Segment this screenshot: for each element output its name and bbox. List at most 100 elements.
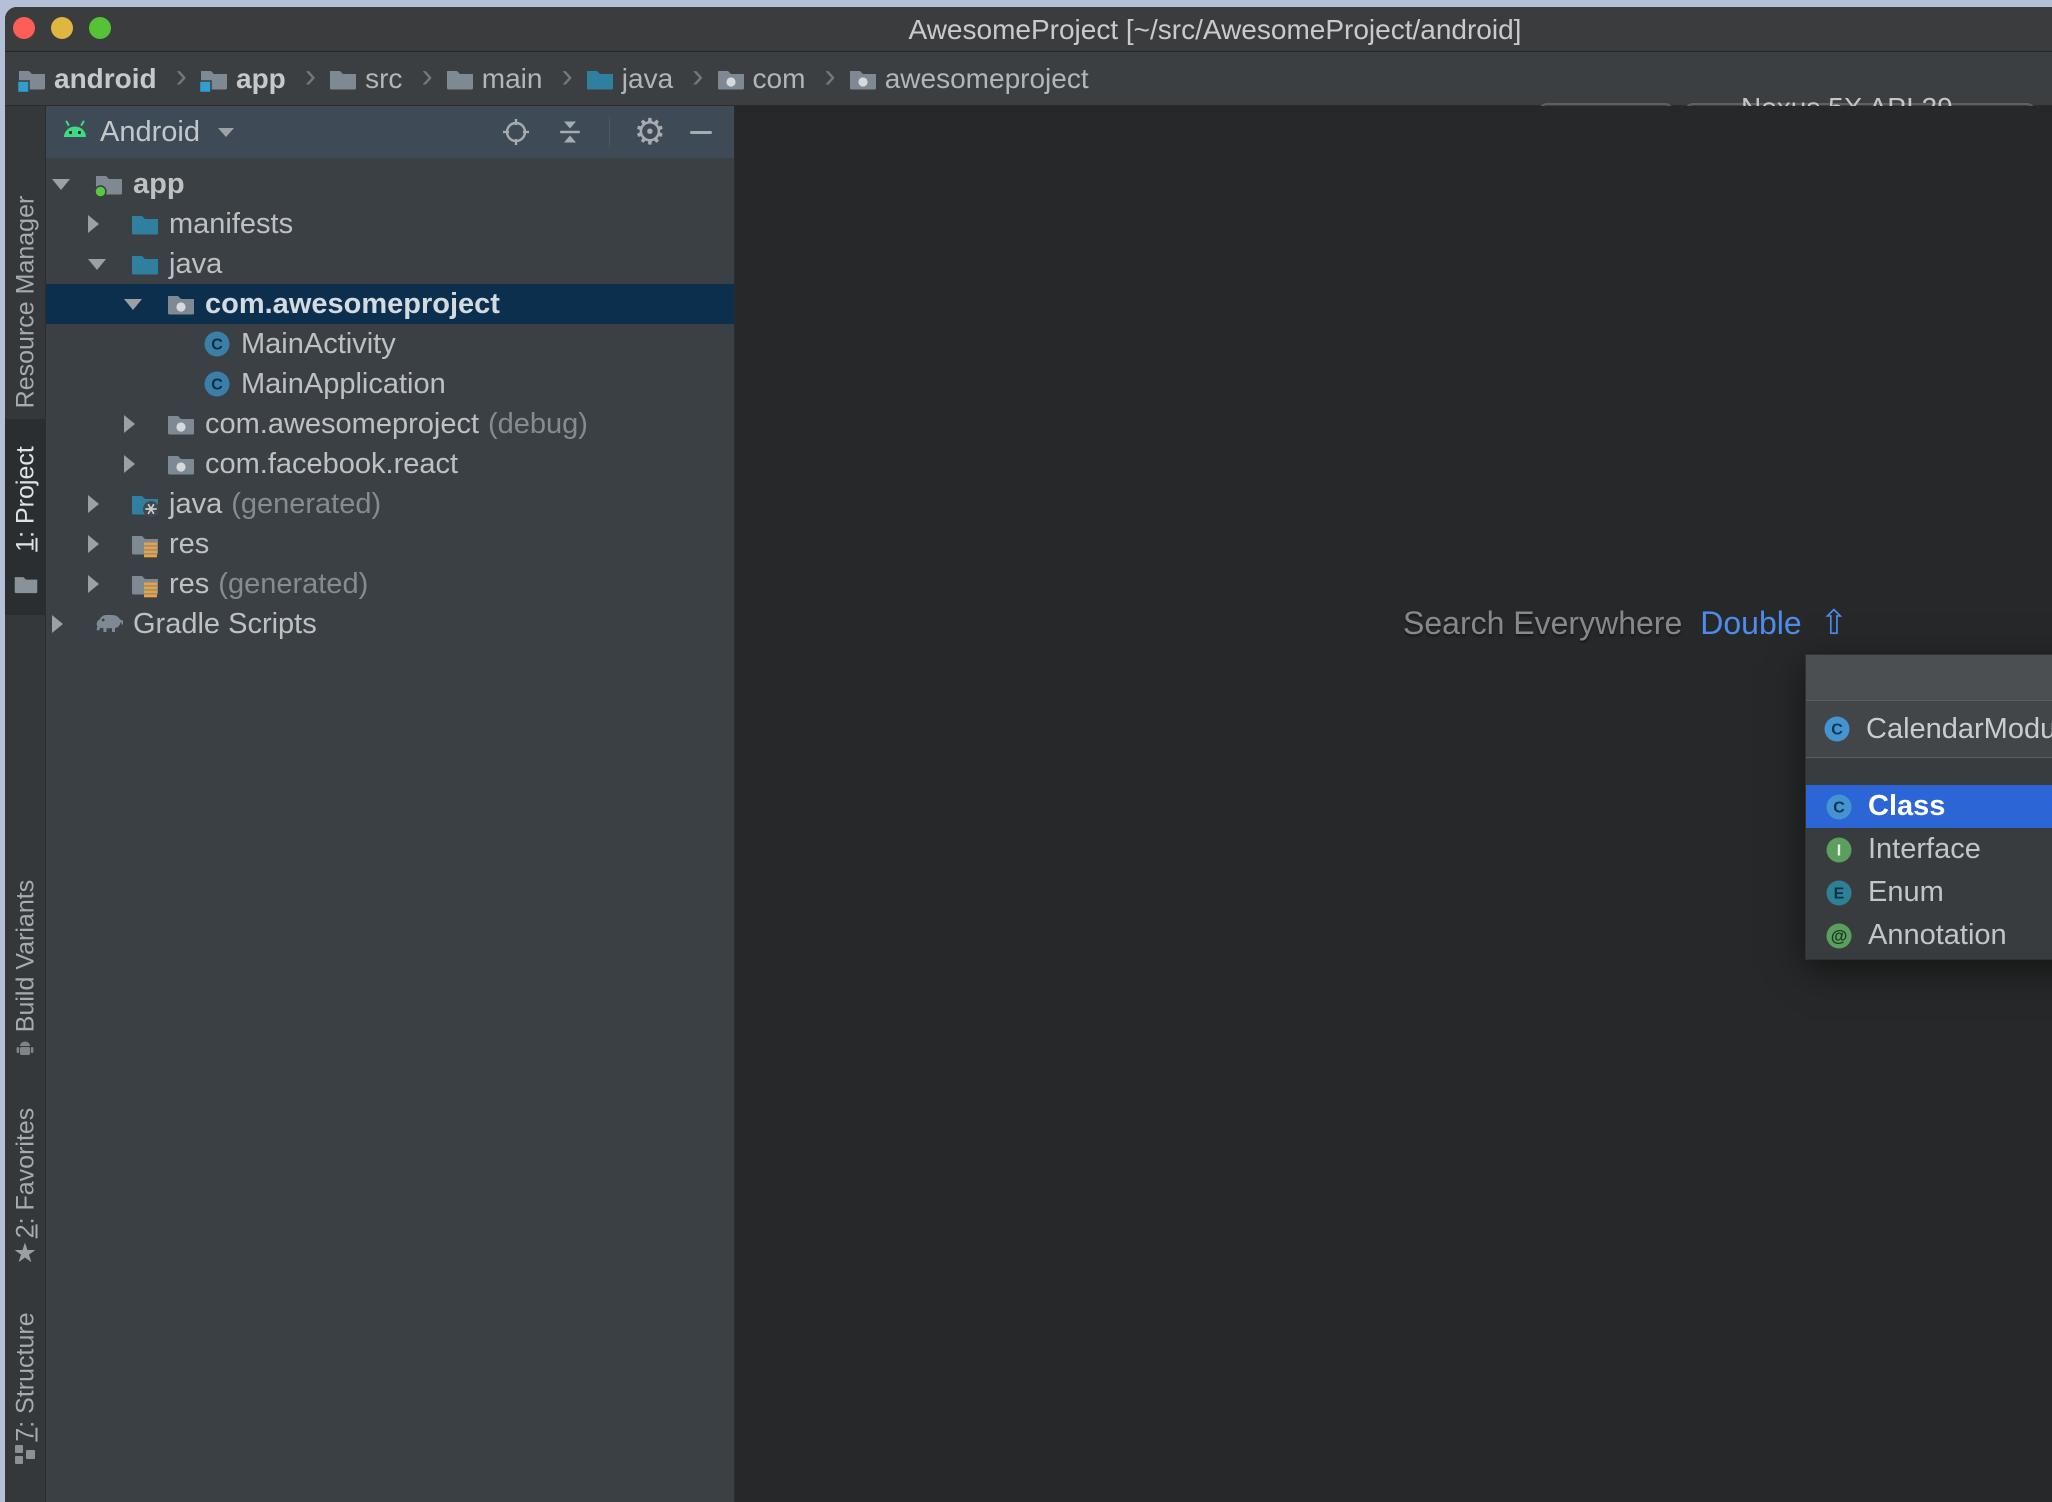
svg-text:C: C — [211, 377, 223, 394]
tree-row[interactable]: C MainActivity — [46, 324, 734, 364]
folder-icon — [130, 209, 160, 239]
tool-button-project[interactable]: 1: Project — [5, 419, 46, 615]
structure-icon[interactable] — [13, 1442, 37, 1471]
tree-row[interactable]: res (generated) — [46, 564, 734, 604]
expand-arrow-icon[interactable] — [52, 178, 94, 190]
expand-arrow-icon[interactable] — [124, 298, 166, 310]
breadcrumb-item[interactable]: java › — [585, 56, 716, 99]
tree-label: manifests — [169, 207, 294, 240]
kind-option[interactable]: @ Annotation — [1806, 914, 2052, 957]
expand-arrow-icon[interactable] — [124, 415, 166, 433]
tree-row[interactable]: com.awesomeproject (debug) — [46, 404, 734, 444]
tree-row[interactable]: C MainApplication — [46, 364, 734, 404]
expand-arrow-icon[interactable] — [52, 615, 94, 633]
breadcrumb-item[interactable]: awesomeproject › — [848, 63, 1089, 95]
tool-button-resource-manager[interactable]: Resource Manager — [5, 137, 46, 467]
tree-row[interactable]: manifests — [46, 204, 734, 244]
tree-label: com.awesomeproject — [205, 287, 500, 320]
expand-arrow-icon[interactable] — [88, 215, 130, 233]
folder-gray-icon — [328, 64, 358, 94]
tree-row[interactable]: res — [46, 524, 734, 564]
breadcrumb-separator-icon: › — [561, 56, 573, 95]
tree-label: res — [169, 567, 210, 600]
tool-button-favorites[interactable]: 2: Favorites — [5, 1105, 46, 1241]
zoom-window-button[interactable] — [89, 17, 111, 39]
shift-key-icon: ⇧ — [1819, 604, 1849, 642]
tree-label: java — [169, 487, 223, 520]
tree-row[interactable]: java — [46, 244, 734, 284]
breadcrumb-item[interactable]: android › — [17, 56, 199, 99]
breadcrumb-label: android — [54, 63, 157, 94]
tree-row[interactable]: com.awesomeproject — [46, 284, 734, 324]
android-head-icon — [60, 117, 90, 147]
kind-option[interactable]: E Enum — [1806, 871, 2052, 914]
locate-file-icon[interactable] — [501, 117, 531, 147]
chevron-down-icon[interactable] — [217, 127, 234, 137]
expand-arrow-icon[interactable] — [88, 258, 130, 270]
svg-text:C: C — [1833, 799, 1845, 816]
expand-arrow-icon[interactable] — [88, 495, 130, 513]
breadcrumb-label: com — [752, 63, 806, 94]
breadcrumb-label: main — [481, 63, 543, 94]
collapse-all-icon[interactable] — [555, 117, 585, 147]
gear-icon[interactable]: ⚙ — [634, 114, 666, 150]
tool-button-build-variants[interactable]: Build Variants — [5, 873, 46, 1039]
close-window-button[interactable] — [13, 17, 35, 39]
gradle-icon — [94, 609, 124, 639]
breadcrumb-label: app — [236, 63, 286, 94]
hide-panel-icon[interactable] — [690, 130, 712, 134]
tree-row[interactable]: com.facebook.react — [46, 444, 734, 484]
tree-label: app — [133, 167, 185, 200]
svg-text:C: C — [211, 337, 223, 354]
build-variants-icon[interactable] — [13, 1036, 37, 1065]
svg-text:C: C — [1831, 722, 1843, 739]
package-icon — [166, 409, 196, 439]
package-icon — [716, 64, 746, 94]
tree-label: MainActivity — [241, 327, 396, 360]
class-icon: C — [202, 329, 232, 359]
kind-option[interactable]: I Interface — [1806, 828, 2052, 871]
kind-list: C Class I Interface E Enum @ Annotation — [1806, 759, 2052, 959]
kind-label: Annotation — [1868, 919, 2007, 951]
tree-row[interactable]: java (generated) — [46, 484, 734, 524]
tree-label: Gradle Scripts — [133, 607, 317, 640]
project-panel: Android ⚙ app manifests java com.awesome… — [46, 106, 735, 1502]
tree-suffix: (generated) — [231, 487, 382, 520]
breadcrumb-item[interactable]: com › — [716, 57, 848, 99]
expand-arrow-icon[interactable] — [88, 575, 130, 593]
tree-label: com.awesomeproject — [205, 407, 479, 440]
breadcrumb-separator-icon: › — [304, 56, 317, 95]
tree-row[interactable]: app — [46, 164, 734, 204]
folder-icon — [130, 249, 160, 279]
breadcrumb-item[interactable]: app › — [199, 56, 328, 99]
tree-row[interactable]: Gradle Scripts — [46, 604, 734, 644]
header-divider — [608, 117, 610, 147]
res-folder-icon — [130, 569, 160, 599]
class-name-value: CalendarModule.java — [1866, 712, 2052, 745]
main-toolbar: android › app › src › main › java › com … — [5, 52, 2052, 155]
kind-label: Enum — [1868, 876, 1944, 908]
breadcrumb-separator-icon: › — [421, 56, 433, 95]
module-folder-icon — [94, 169, 124, 199]
breadcrumb-separator-icon: › — [175, 56, 187, 95]
kind-option[interactable]: C Class — [1806, 785, 2052, 828]
tool-button-structure[interactable]: 7: Structure — [5, 1312, 46, 1441]
expand-arrow-icon[interactable] — [124, 455, 166, 473]
interface-icon: I — [1824, 835, 1854, 865]
package-icon — [848, 64, 878, 94]
window-title: AwesomeProject [~/src/AwesomeProject/and… — [908, 14, 1522, 45]
breadcrumb-item[interactable]: src › — [328, 56, 445, 99]
new-java-class-popup: New Java Class C CalendarModule.java C C… — [1805, 654, 2052, 960]
breadcrumb-item[interactable]: main › — [445, 56, 585, 99]
class-icon: C — [202, 369, 232, 399]
tree-label: com.facebook.react — [205, 447, 459, 480]
minimize-window-button[interactable] — [51, 17, 73, 39]
class-name-input[interactable]: C CalendarModule.java — [1806, 701, 2052, 758]
popup-title: New Java Class — [1806, 655, 2052, 701]
breadcrumb: android › app › src › main › java › com … — [17, 52, 1089, 106]
star-icon[interactable]: ★ — [13, 1238, 37, 1269]
project-view-selector[interactable]: Android — [100, 116, 200, 149]
tree-label: MainApplication — [241, 367, 446, 400]
breadcrumb-separator-icon: › — [692, 56, 704, 95]
expand-arrow-icon[interactable] — [88, 535, 130, 553]
